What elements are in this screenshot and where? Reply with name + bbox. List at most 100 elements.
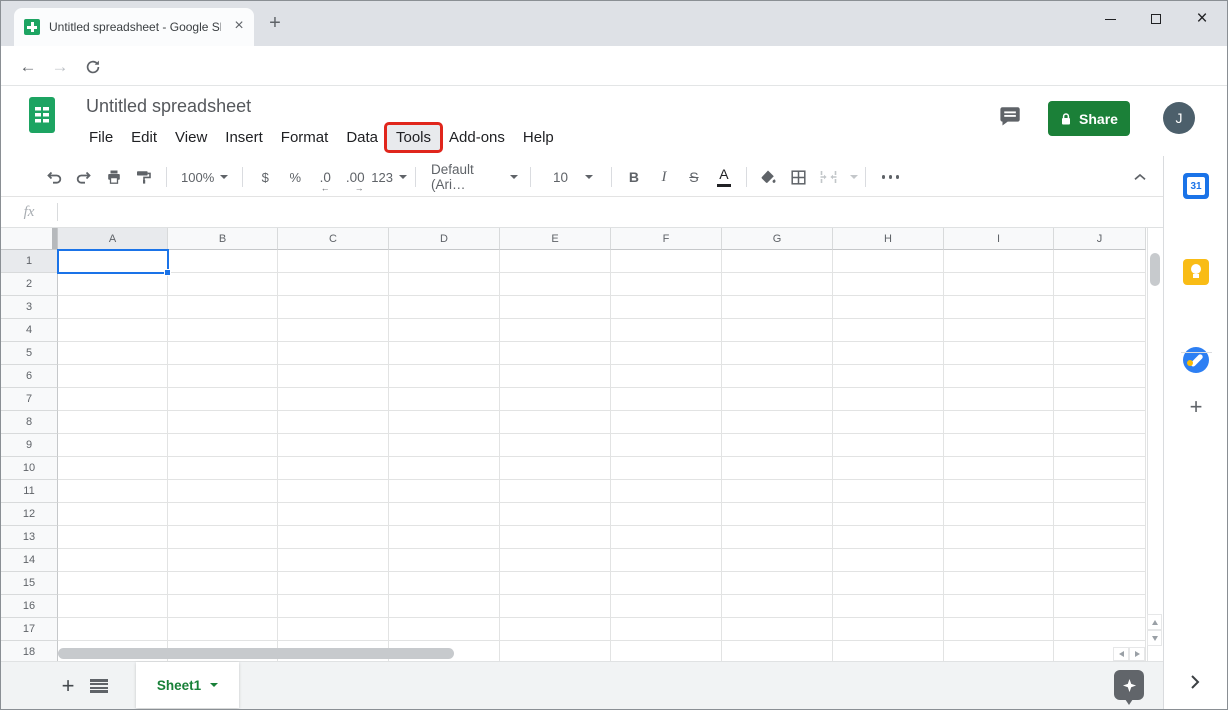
cell-I1[interactable] bbox=[944, 250, 1054, 273]
cell-A4[interactable] bbox=[58, 319, 168, 342]
cell-B3[interactable] bbox=[168, 296, 278, 319]
cell-A17[interactable] bbox=[58, 618, 168, 641]
cell-F8[interactable] bbox=[611, 411, 722, 434]
cell-G17[interactable] bbox=[722, 618, 833, 641]
cell-H15[interactable] bbox=[833, 572, 944, 595]
scroll-down-button[interactable] bbox=[1147, 630, 1162, 646]
cell-H13[interactable] bbox=[833, 526, 944, 549]
row-header-14[interactable]: 14 bbox=[1, 549, 58, 572]
borders-button[interactable] bbox=[785, 163, 813, 191]
column-header-J[interactable]: J bbox=[1054, 228, 1146, 250]
row-header-7[interactable]: 7 bbox=[1, 388, 58, 411]
calendar-icon[interactable]: 31 bbox=[1183, 173, 1209, 199]
cell-A6[interactable] bbox=[58, 365, 168, 388]
vertical-scrollbar-thumb[interactable] bbox=[1150, 253, 1160, 286]
back-button[interactable]: ← bbox=[15, 54, 41, 80]
cell-F5[interactable] bbox=[611, 342, 722, 365]
cell-I9[interactable] bbox=[944, 434, 1054, 457]
cell-D7[interactable] bbox=[389, 388, 500, 411]
cell-G1[interactable] bbox=[722, 250, 833, 273]
cell-D12[interactable] bbox=[389, 503, 500, 526]
cell-G15[interactable] bbox=[722, 572, 833, 595]
cell-B14[interactable] bbox=[168, 549, 278, 572]
column-header-A[interactable]: A bbox=[58, 228, 168, 250]
forward-button[interactable]: → bbox=[47, 54, 73, 80]
cell-F6[interactable] bbox=[611, 365, 722, 388]
cell-A13[interactable] bbox=[58, 526, 168, 549]
cell-F10[interactable] bbox=[611, 457, 722, 480]
reload-button[interactable] bbox=[80, 54, 106, 80]
cell-C7[interactable] bbox=[278, 388, 389, 411]
cell-B2[interactable] bbox=[168, 273, 278, 296]
cell-A2[interactable] bbox=[58, 273, 168, 296]
cell-G7[interactable] bbox=[722, 388, 833, 411]
undo-button[interactable] bbox=[40, 163, 68, 191]
cell-H11[interactable] bbox=[833, 480, 944, 503]
cell-B8[interactable] bbox=[168, 411, 278, 434]
cell-D5[interactable] bbox=[389, 342, 500, 365]
cell-I7[interactable] bbox=[944, 388, 1054, 411]
italic-button[interactable]: I bbox=[650, 163, 678, 191]
cell-A5[interactable] bbox=[58, 342, 168, 365]
cell-A9[interactable] bbox=[58, 434, 168, 457]
cell-F7[interactable] bbox=[611, 388, 722, 411]
cell-J8[interactable] bbox=[1054, 411, 1146, 434]
row-header-6[interactable]: 6 bbox=[1, 365, 58, 388]
cell-E1[interactable] bbox=[500, 250, 611, 273]
cell-A8[interactable] bbox=[58, 411, 168, 434]
row-header-1[interactable]: 1 bbox=[1, 250, 58, 273]
cell-C13[interactable] bbox=[278, 526, 389, 549]
cell-C6[interactable] bbox=[278, 365, 389, 388]
cell-F18[interactable] bbox=[611, 641, 722, 661]
minimize-button[interactable] bbox=[1087, 1, 1133, 37]
cell-F16[interactable] bbox=[611, 595, 722, 618]
cell-G10[interactable] bbox=[722, 457, 833, 480]
cell-A16[interactable] bbox=[58, 595, 168, 618]
cell-D14[interactable] bbox=[389, 549, 500, 572]
cell-J9[interactable] bbox=[1054, 434, 1146, 457]
cell-H3[interactable] bbox=[833, 296, 944, 319]
cell-G2[interactable] bbox=[722, 273, 833, 296]
cell-H9[interactable] bbox=[833, 434, 944, 457]
cell-B9[interactable] bbox=[168, 434, 278, 457]
cell-D11[interactable] bbox=[389, 480, 500, 503]
cell-H17[interactable] bbox=[833, 618, 944, 641]
cell-B12[interactable] bbox=[168, 503, 278, 526]
cell-J1[interactable] bbox=[1054, 250, 1146, 273]
cell-F2[interactable] bbox=[611, 273, 722, 296]
cell-J16[interactable] bbox=[1054, 595, 1146, 618]
column-header-H[interactable]: H bbox=[833, 228, 944, 250]
cell-H14[interactable] bbox=[833, 549, 944, 572]
cell-G16[interactable] bbox=[722, 595, 833, 618]
get-add-ons-button[interactable]: + bbox=[1183, 394, 1209, 420]
cell-I5[interactable] bbox=[944, 342, 1054, 365]
cell-H7[interactable] bbox=[833, 388, 944, 411]
menu-item-insert[interactable]: Insert bbox=[216, 125, 272, 150]
cell-I13[interactable] bbox=[944, 526, 1054, 549]
vertical-scrollbar[interactable] bbox=[1147, 228, 1162, 661]
cell-D8[interactable] bbox=[389, 411, 500, 434]
cell-J3[interactable] bbox=[1054, 296, 1146, 319]
cell-I16[interactable] bbox=[944, 595, 1054, 618]
scroll-up-button[interactable] bbox=[1147, 614, 1162, 630]
cell-H8[interactable] bbox=[833, 411, 944, 434]
cell-B15[interactable] bbox=[168, 572, 278, 595]
cell-F11[interactable] bbox=[611, 480, 722, 503]
column-header-D[interactable]: D bbox=[389, 228, 500, 250]
cell-I10[interactable] bbox=[944, 457, 1054, 480]
cell-F3[interactable] bbox=[611, 296, 722, 319]
tab-close-icon[interactable]: × bbox=[230, 18, 248, 36]
cell-G3[interactable] bbox=[722, 296, 833, 319]
cell-I4[interactable] bbox=[944, 319, 1054, 342]
zoom-select[interactable]: 100% bbox=[175, 163, 234, 191]
cell-G12[interactable] bbox=[722, 503, 833, 526]
cell-D10[interactable] bbox=[389, 457, 500, 480]
cell-F14[interactable] bbox=[611, 549, 722, 572]
cell-J7[interactable] bbox=[1054, 388, 1146, 411]
column-header-I[interactable]: I bbox=[944, 228, 1054, 250]
cell-E2[interactable] bbox=[500, 273, 611, 296]
cell-D3[interactable] bbox=[389, 296, 500, 319]
cell-G4[interactable] bbox=[722, 319, 833, 342]
cell-E3[interactable] bbox=[500, 296, 611, 319]
row-header-5[interactable]: 5 bbox=[1, 342, 58, 365]
